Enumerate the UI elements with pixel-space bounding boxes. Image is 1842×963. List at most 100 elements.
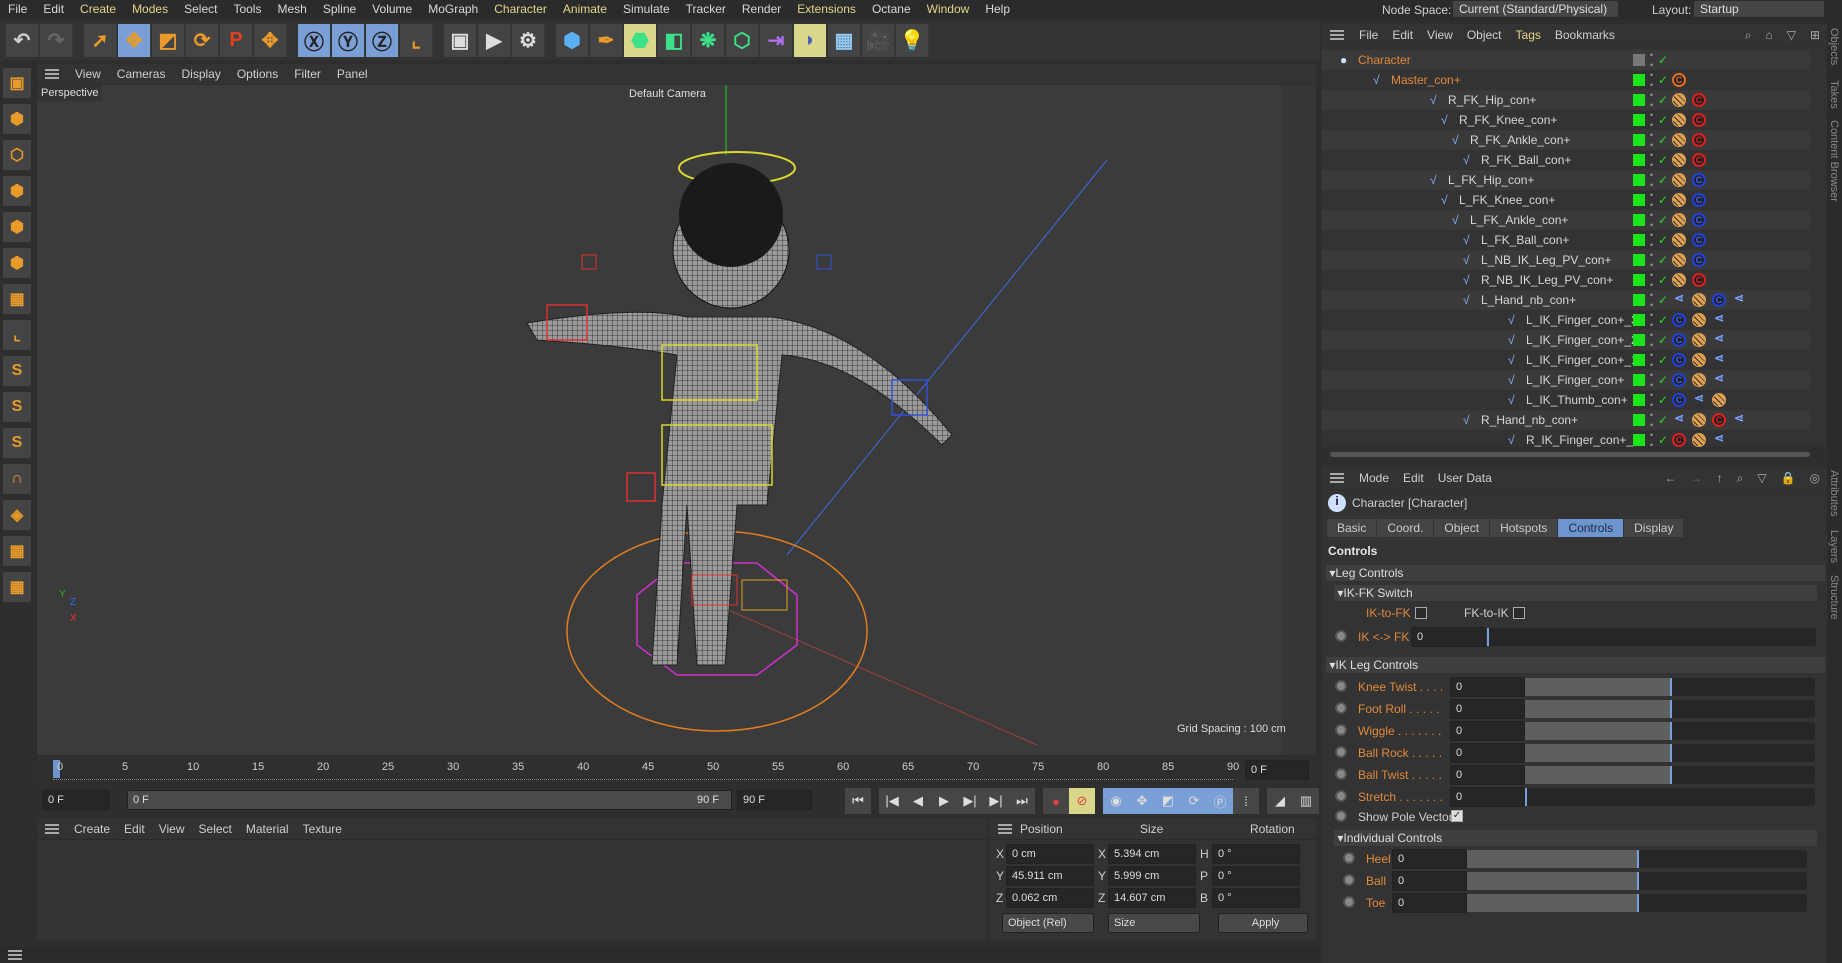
- attributes-menu-mode[interactable]: Mode: [1352, 471, 1396, 485]
- cblue-tag-icon[interactable]: C: [1672, 333, 1686, 347]
- scale-icon[interactable]: ◩: [152, 24, 185, 57]
- cblue-tag-icon[interactable]: C: [1692, 173, 1706, 187]
- size-z-field[interactable]: 14.607 cm: [1108, 888, 1196, 908]
- locked-workplane-icon[interactable]: ▦: [3, 572, 31, 602]
- object-row[interactable]: √ Master_con+ • • ✓ C: [1322, 70, 1810, 90]
- object-row[interactable]: √ L_FK_Hip_con+ • • ✓ C: [1322, 170, 1810, 190]
- last-frame-icon[interactable]: ⏭: [1009, 788, 1035, 814]
- link-tag-icon[interactable]: ⋖: [1712, 332, 1726, 347]
- enabled-check[interactable]: ✓: [1658, 230, 1668, 250]
- menu-select[interactable]: Select: [176, 2, 225, 16]
- rotation-b-field[interactable]: 0 °: [1212, 888, 1300, 908]
- object-row[interactable]: √ L_IK_Finger_con+ • • ✓ C ⋖: [1322, 370, 1810, 390]
- slider-handle[interactable]: [1670, 700, 1672, 718]
- param-field[interactable]: 0: [1450, 743, 1525, 763]
- object-row[interactable]: √ L_IK_Finger_con+_2 • • ✓ C ⋖: [1322, 330, 1810, 350]
- protection-tag-icon[interactable]: [1672, 113, 1686, 127]
- link-tag-icon[interactable]: ⋖: [1732, 292, 1746, 307]
- search-icon[interactable]: ⌕: [1730, 471, 1751, 486]
- floor-icon[interactable]: ▦: [828, 24, 861, 57]
- apply-button[interactable]: Apply: [1218, 913, 1308, 933]
- layer-color-swatch[interactable]: [1633, 334, 1645, 346]
- side-tab-content-browser[interactable]: Content Browser: [1828, 120, 1840, 202]
- menu-icon[interactable]: [1330, 473, 1344, 483]
- rotation-h-field[interactable]: 0 °: [1212, 844, 1300, 864]
- cred-tag-icon[interactable]: C: [1692, 113, 1706, 127]
- enabled-check[interactable]: ✓: [1658, 150, 1668, 170]
- param-field[interactable]: 0: [1450, 699, 1525, 719]
- target-icon[interactable]: ◎: [1803, 471, 1827, 485]
- object-row[interactable]: √ L_FK_Ball_con+ • • ✓ C: [1322, 230, 1810, 250]
- material-menu-view[interactable]: View: [152, 822, 192, 836]
- objects-menu-edit[interactable]: Edit: [1385, 28, 1420, 42]
- object-row[interactable]: √ R_NB_IK_Leg_PV_con+ • • ✓ C: [1322, 270, 1810, 290]
- cred-tag-icon[interactable]: C: [1712, 413, 1726, 427]
- edges-mode-icon[interactable]: ⬢: [3, 212, 31, 242]
- object-name[interactable]: R_NB_IK_Leg_PV_con+: [1481, 270, 1613, 290]
- menu-file[interactable]: File: [0, 2, 35, 16]
- param-field[interactable]: 0: [1392, 849, 1467, 869]
- last-tool-icon[interactable]: ✥: [254, 24, 287, 57]
- layer-color-swatch[interactable]: [1633, 314, 1645, 326]
- render-settings-icon[interactable]: ⚙: [512, 24, 545, 57]
- render-view-icon[interactable]: ▣: [444, 24, 477, 57]
- object-row[interactable]: √ R_FK_Hip_con+ • • ✓ C: [1322, 90, 1810, 110]
- protection-tag-icon[interactable]: [1692, 413, 1706, 427]
- record-icon[interactable]: ●: [1043, 788, 1069, 814]
- object-name[interactable]: L_IK_Thumb_con+: [1526, 390, 1628, 410]
- prev-key-icon[interactable]: |◀: [879, 788, 905, 814]
- objects-menu-file[interactable]: File: [1352, 28, 1385, 42]
- object-row[interactable]: √ R_FK_Knee_con+ • • ✓ C: [1322, 110, 1810, 130]
- slider-handle[interactable]: [1670, 678, 1672, 696]
- viewport-menu-view[interactable]: View: [67, 67, 109, 81]
- animate-radio[interactable]: [1335, 630, 1347, 642]
- position-x-field[interactable]: 0 cm: [1006, 844, 1094, 864]
- param-slider[interactable]: [1525, 766, 1815, 784]
- visibility-dots[interactable]: • •: [1650, 270, 1653, 290]
- next-frame-icon[interactable]: ▶|: [957, 788, 983, 814]
- menu-help[interactable]: Help: [977, 2, 1018, 16]
- slider-handle[interactable]: [1670, 722, 1672, 740]
- visibility-dots[interactable]: • •: [1650, 230, 1653, 250]
- object-name[interactable]: R_FK_Ankle_con+: [1470, 130, 1570, 150]
- tab-display[interactable]: Display: [1624, 519, 1685, 537]
- make-editable-icon[interactable]: ▣: [3, 68, 31, 98]
- axis-icon[interactable]: ⌞: [3, 320, 31, 350]
- objects-menu-tags[interactable]: Tags: [1509, 28, 1548, 42]
- material-menu-select[interactable]: Select: [192, 822, 239, 836]
- visibility-dots[interactable]: • •: [1650, 190, 1653, 210]
- subdivision-icon[interactable]: ⬣: [624, 24, 657, 57]
- layer-color-swatch[interactable]: [1633, 254, 1645, 266]
- menu-icon[interactable]: [45, 69, 59, 79]
- layer-color-swatch[interactable]: [1633, 94, 1645, 106]
- objects-menu-view[interactable]: View: [1420, 28, 1460, 42]
- enabled-check[interactable]: ✓: [1658, 110, 1668, 130]
- side-tab-takes[interactable]: Takes: [1828, 80, 1840, 109]
- render-picture-viewer-icon[interactable]: ▶: [478, 24, 511, 57]
- visibility-dots[interactable]: • •: [1650, 210, 1653, 230]
- model-mode-icon[interactable]: ⬢: [3, 104, 31, 134]
- enabled-check[interactable]: ✓: [1658, 430, 1668, 447]
- animate-radio[interactable]: [1335, 746, 1347, 758]
- object-name[interactable]: L_Hand_nb_con+: [1481, 290, 1576, 310]
- animate-radio[interactable]: [1335, 724, 1347, 736]
- object-name[interactable]: R_Hand_nb_con+: [1481, 410, 1578, 430]
- layer-color-swatch[interactable]: [1633, 374, 1645, 386]
- individual-controls-group[interactable]: ▾Individual Controls: [1334, 830, 1817, 846]
- slider-handle[interactable]: [1637, 894, 1639, 912]
- points-mode-icon[interactable]: ⬢: [3, 176, 31, 206]
- viewport-menu-display[interactable]: Display: [173, 67, 228, 81]
- node-space-dropdown[interactable]: Current (Standard/Physical): [1453, 1, 1618, 17]
- object-row[interactable]: √ L_IK_Thumb_con+ • • ✓ C ⋖: [1322, 390, 1810, 410]
- snap-s2-icon[interactable]: S: [3, 428, 31, 458]
- animate-radio[interactable]: [1335, 790, 1347, 802]
- visibility-dots[interactable]: • •: [1650, 310, 1653, 330]
- menu-create[interactable]: Create: [72, 2, 124, 16]
- redo-icon[interactable]: ↷: [40, 24, 73, 57]
- slider-handle[interactable]: [1637, 872, 1639, 890]
- viewport-menu-filter[interactable]: Filter: [286, 67, 329, 81]
- leg-controls-group[interactable]: ▾Leg Controls: [1326, 565, 1825, 581]
- layer-color-swatch[interactable]: [1633, 434, 1645, 446]
- visibility-dots[interactable]: • •: [1650, 390, 1653, 410]
- enabled-check[interactable]: ✓: [1658, 410, 1668, 430]
